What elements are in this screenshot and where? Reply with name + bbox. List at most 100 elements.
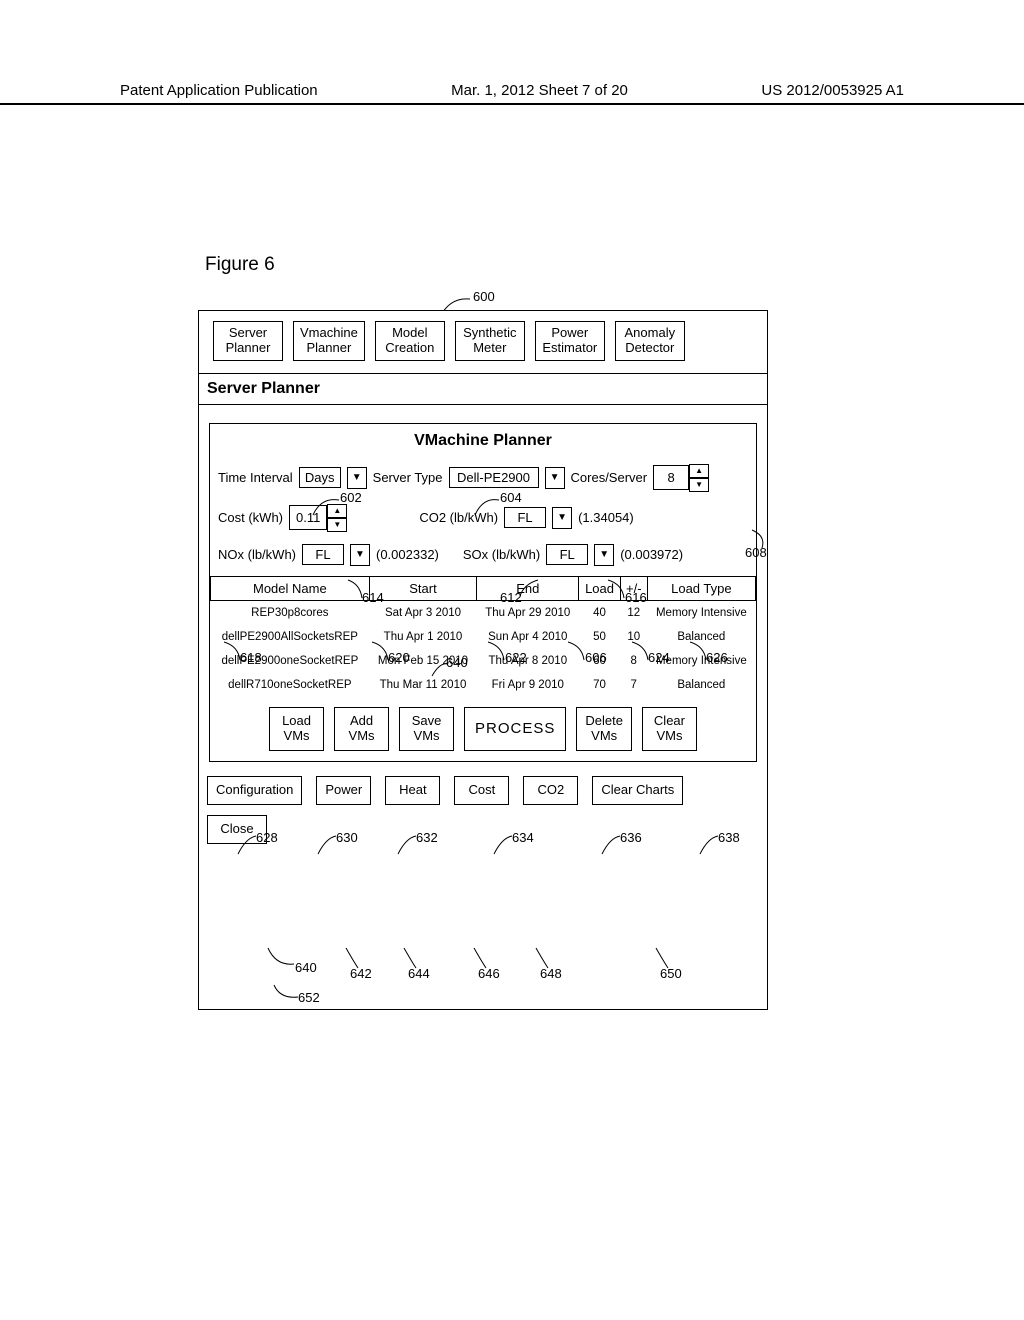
delete-vms-button[interactable]: Delete VMs xyxy=(576,707,632,751)
callout-652: 652 xyxy=(298,990,320,1005)
tab-vmachine-planner[interactable]: Vmachine Planner xyxy=(293,321,365,361)
chevron-down-icon[interactable]: ▼ xyxy=(327,518,347,532)
figure-label: Figure 6 xyxy=(205,254,275,276)
callout-640a: 640 xyxy=(446,655,468,670)
lead-line xyxy=(690,642,708,660)
chevron-up-icon[interactable]: ▲ xyxy=(689,464,709,478)
callout-638: 638 xyxy=(718,830,740,845)
lead-line xyxy=(752,530,770,548)
callout-646: 646 xyxy=(478,966,500,981)
table-row[interactable]: dellR710oneSocketREP Thu Mar 11 2010 Fri… xyxy=(211,673,756,697)
page-header: Patent Application Publication Mar. 1, 2… xyxy=(0,82,1024,105)
lead-line xyxy=(568,642,586,660)
load-vms-button[interactable]: Load VMs xyxy=(269,707,324,751)
callout-644: 644 xyxy=(408,966,430,981)
chevron-down-icon[interactable]: ▼ xyxy=(689,478,709,492)
add-vms-button[interactable]: Add VMs xyxy=(334,707,389,751)
tab-power-estimator[interactable]: Power Estimator xyxy=(535,321,605,361)
callout-604: 604 xyxy=(500,490,522,505)
table-row[interactable]: REP30p8cores Sat Apr 3 2010 Thu Apr 29 2… xyxy=(211,600,756,625)
callout-620: 620 xyxy=(388,650,410,665)
lead-line xyxy=(238,836,256,854)
lead-line xyxy=(475,497,499,515)
lead-line xyxy=(346,948,362,968)
tab-label: Server xyxy=(229,325,267,340)
lead-line xyxy=(348,580,364,598)
tab-synthetic-meter[interactable]: Synthetic Meter xyxy=(455,321,525,361)
cell: 70 xyxy=(579,673,621,697)
lead-line xyxy=(474,948,490,968)
tab-label: Power xyxy=(551,325,588,340)
clear-charts-button[interactable]: Clear Charts xyxy=(592,776,683,805)
lead-line xyxy=(536,948,552,968)
power-button[interactable]: Power xyxy=(316,776,371,805)
cell: Memory Intensive xyxy=(647,600,755,625)
callout-618: 618 xyxy=(240,650,262,665)
callout-614: 614 xyxy=(362,590,384,605)
callout-634: 634 xyxy=(512,830,534,845)
dropdown-icon[interactable]: ▼ xyxy=(552,507,572,529)
table-row[interactable]: dellPE2900AllSocketsREP Thu Apr 1 2010 S… xyxy=(211,625,756,649)
callout-648: 648 xyxy=(540,966,562,981)
cores-spinner[interactable]: 8 ▲ ▼ xyxy=(653,464,709,492)
dropdown-icon[interactable]: ▼ xyxy=(594,544,614,566)
lead-line xyxy=(432,662,448,676)
btn-label: VMs xyxy=(414,728,440,743)
nox-region-select[interactable]: FL xyxy=(302,544,344,565)
callout-642: 642 xyxy=(350,966,372,981)
tab-anomaly-detector[interactable]: Anomaly Detector xyxy=(615,321,685,361)
co2-button[interactable]: CO2 xyxy=(523,776,578,805)
heat-button[interactable]: Heat xyxy=(385,776,440,805)
callout-600: 600 xyxy=(473,289,495,304)
btn-label: Add xyxy=(350,713,373,728)
btn-label: VMs xyxy=(284,728,310,743)
tab-server-planner[interactable]: Server Planner xyxy=(213,321,283,361)
server-type-label: Server Type xyxy=(373,470,443,485)
tab-label: Creation xyxy=(385,340,434,355)
callout-612: 612 xyxy=(500,590,522,605)
lead-line xyxy=(372,642,390,660)
lead-line xyxy=(608,580,626,598)
table-row[interactable]: dellPE2900oneSocketREP Mon Feb 15 2010 T… xyxy=(211,649,756,673)
configuration-button[interactable]: Configuration xyxy=(207,776,302,805)
dropdown-icon[interactable]: ▼ xyxy=(350,544,370,566)
server-type-select[interactable]: Dell-PE2900 xyxy=(449,467,539,488)
cell: 40 xyxy=(579,600,621,625)
dropdown-icon[interactable]: ▼ xyxy=(545,467,565,489)
callout-628: 628 xyxy=(256,830,278,845)
callout-630: 630 xyxy=(336,830,358,845)
lead-line xyxy=(656,948,672,968)
btn-label: PROCESS xyxy=(475,720,555,737)
callout-650: 650 xyxy=(660,966,682,981)
callout-616: 616 xyxy=(625,590,647,605)
chart-buttons-row: Configuration Power Heat Cost CO2 Clear … xyxy=(199,770,767,811)
header-left: Patent Application Publication xyxy=(120,82,318,99)
btn-label: Load xyxy=(282,713,311,728)
callout-640: 640 xyxy=(295,960,317,975)
lead-line xyxy=(398,836,416,854)
sox-region-select[interactable]: FL xyxy=(546,544,588,565)
time-interval-select[interactable]: Days xyxy=(299,467,341,488)
tab-label: Model xyxy=(392,325,427,340)
cost-button[interactable]: Cost xyxy=(454,776,509,805)
process-button[interactable]: PROCESS xyxy=(464,707,566,751)
co2-region-select[interactable]: FL xyxy=(504,507,546,528)
app-window: Server Planner Vmachine Planner Model Cr… xyxy=(198,310,768,1010)
lead-line xyxy=(700,836,718,854)
tab-label: Anomaly xyxy=(625,325,676,340)
col-model-name[interactable]: Model Name xyxy=(211,576,370,600)
dropdown-icon[interactable]: ▼ xyxy=(347,467,367,489)
tab-label: Synthetic xyxy=(463,325,516,340)
cores-label: Cores/Server xyxy=(571,470,648,485)
btn-label: VMs xyxy=(349,728,375,743)
tab-label: Meter xyxy=(473,340,506,355)
models-table: Model Name Start End Load +/- Load Type … xyxy=(210,576,756,697)
clear-vms-button[interactable]: Clear VMs xyxy=(642,707,697,751)
col-load-type[interactable]: Load Type xyxy=(647,576,755,600)
tab-model-creation[interactable]: Model Creation xyxy=(375,321,445,361)
save-vms-button[interactable]: Save VMs xyxy=(399,707,454,751)
header-right: US 2012/0053925 A1 xyxy=(761,82,904,99)
lead-line xyxy=(318,836,336,854)
col-start[interactable]: Start xyxy=(369,576,477,600)
tab-label: Vmachine xyxy=(300,325,358,340)
